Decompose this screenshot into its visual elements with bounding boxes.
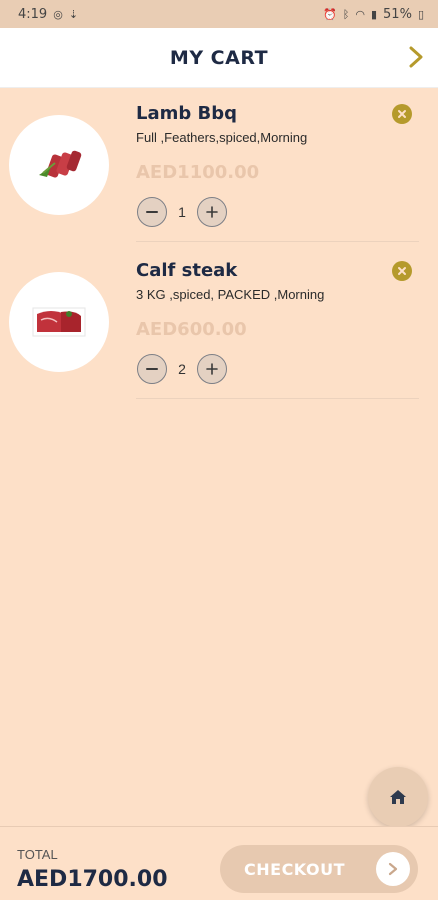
- decrease-quantity-button[interactable]: [137, 354, 167, 384]
- total-label: TOTAL: [17, 847, 58, 862]
- home-icon: [390, 790, 406, 804]
- divider: [136, 241, 419, 242]
- battery-percent: 51%: [383, 6, 412, 22]
- cart-item: Calf steak 3 KG ,spiced, PACKED ,Morning…: [0, 245, 438, 402]
- increase-quantity-button[interactable]: [197, 354, 227, 384]
- product-image: [9, 272, 109, 372]
- chevron-right-icon[interactable]: [404, 42, 428, 72]
- quantity-stepper: 2: [137, 354, 227, 384]
- bluetooth-icon: ᛒ: [342, 7, 350, 21]
- download-icon: ⇣: [68, 7, 79, 21]
- remove-item-button[interactable]: [392, 261, 412, 281]
- checkout-label: CHECKOUT: [244, 859, 345, 879]
- quantity-value: 1: [178, 204, 186, 220]
- remove-item-button[interactable]: [392, 104, 412, 124]
- item-name: Calf steak: [136, 260, 238, 281]
- close-icon: [398, 110, 406, 118]
- cart-footer: TOTAL AED1700.00 CHECKOUT: [0, 826, 438, 900]
- wifi-icon: ◠: [355, 7, 365, 21]
- signal-icon: ▮: [370, 7, 378, 21]
- cart-item: Lamb Bbq Full ,Feathers,spiced,Morning A…: [0, 88, 438, 245]
- status-time: 4:19: [18, 6, 48, 22]
- item-price: AED1100.00: [136, 162, 260, 183]
- instagram-icon: ◎: [53, 7, 63, 21]
- total-value: AED1700.00: [17, 867, 168, 892]
- divider: [136, 398, 419, 399]
- item-name: Lamb Bbq: [136, 103, 238, 124]
- item-options: Full ,Feathers,spiced,Morning: [136, 130, 308, 145]
- plus-icon: [206, 206, 218, 218]
- item-price: AED600.00: [136, 319, 247, 340]
- alarm-icon: ⏰: [323, 7, 337, 21]
- minus-icon: [146, 211, 158, 213]
- cart-header: MY CART: [0, 28, 438, 88]
- quantity-value: 2: [178, 361, 186, 377]
- plus-icon: [206, 363, 218, 375]
- quantity-stepper: 1: [137, 197, 227, 227]
- product-image: [9, 115, 109, 215]
- page-title: MY CART: [169, 46, 269, 69]
- home-button[interactable]: [368, 767, 428, 827]
- checkout-button[interactable]: CHECKOUT: [220, 845, 418, 893]
- chevron-right-icon: [376, 852, 410, 886]
- increase-quantity-button[interactable]: [197, 197, 227, 227]
- item-options: 3 KG ,spiced, PACKED ,Morning: [136, 287, 325, 302]
- status-bar: 4:19 ◎ ⇣ ⏰ ᛒ ◠ ▮ 51% ▯: [0, 0, 438, 28]
- battery-icon: ▯: [417, 7, 424, 21]
- minus-icon: [146, 368, 158, 370]
- decrease-quantity-button[interactable]: [137, 197, 167, 227]
- close-icon: [398, 267, 406, 275]
